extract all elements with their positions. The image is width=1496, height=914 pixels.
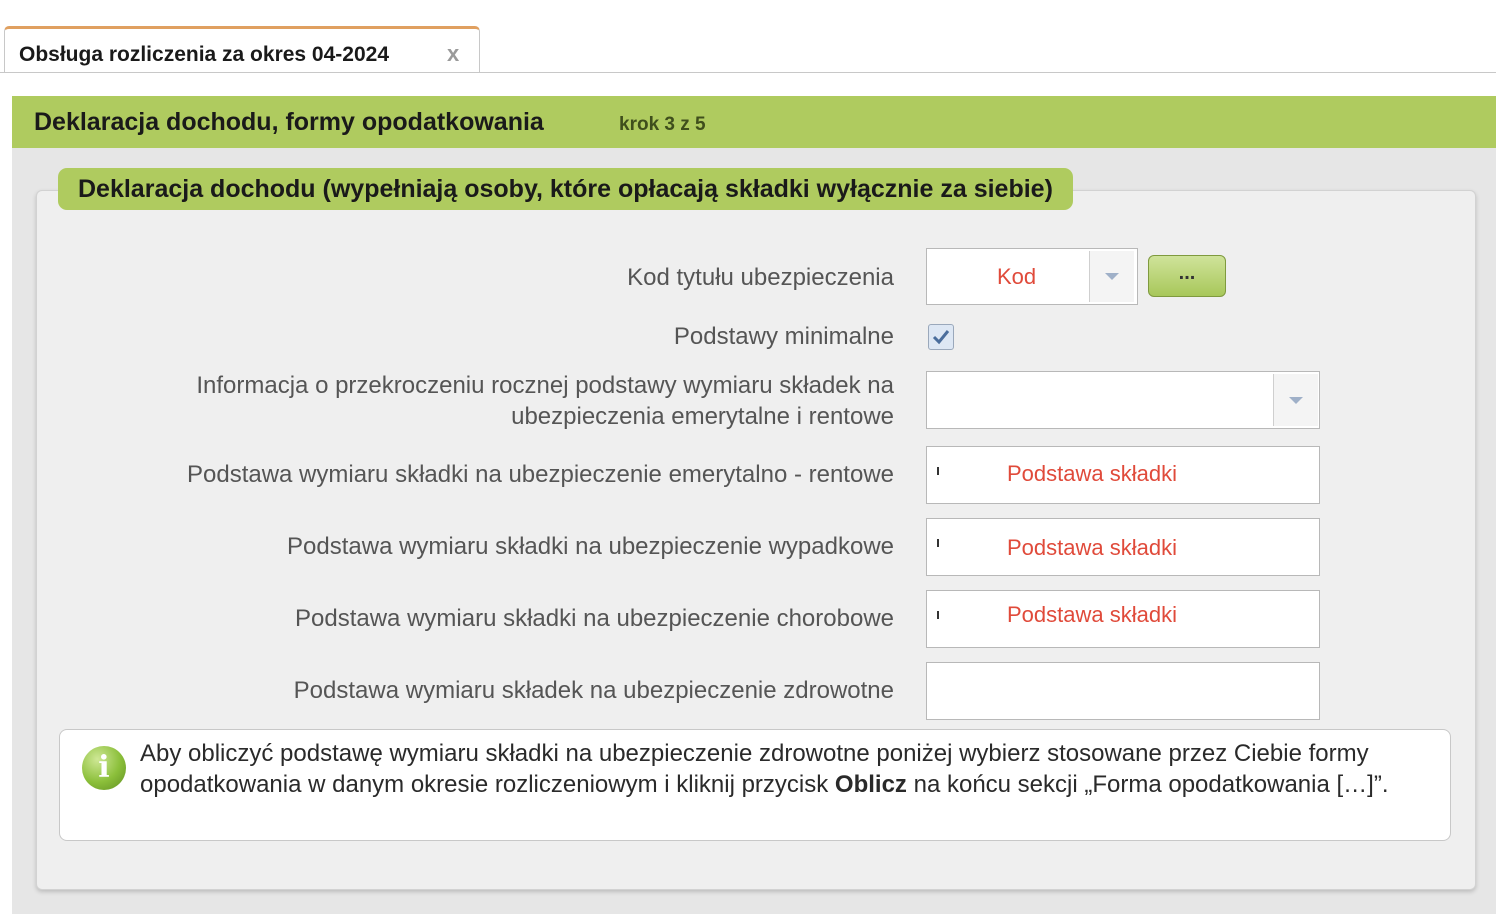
- info-icon: i: [82, 746, 126, 790]
- przekroczenie-label-line2: ubezpieczenia emerytalne i rentowe: [511, 403, 894, 430]
- emerytalno-label: Podstawa wymiaru składki na ubezpieczeni…: [186, 461, 894, 488]
- info-text-bold: Oblicz: [834, 771, 907, 798]
- kod-dropdown[interactable]: Kod: [926, 248, 1138, 305]
- przekroczenie-dropdown[interactable]: [926, 371, 1320, 429]
- step-title: Deklaracja dochodu, formy opodatkowania: [34, 108, 544, 136]
- step-header: Deklaracja dochodu, formy opodatkowania …: [12, 96, 1496, 148]
- text-caret: [937, 539, 939, 547]
- info-text: Aby obliczyć podstawę wymiaru składki na…: [140, 738, 1430, 800]
- text-caret: [937, 467, 939, 475]
- zdrowotne-label: Podstawa wymiaru składek na ubezpieczeni…: [293, 677, 894, 704]
- minimalne-label: Podstawy minimalne: [673, 323, 894, 350]
- info-box: i Aby obliczyć podstawę wymiaru składki …: [59, 729, 1451, 841]
- chevron-down-icon: [1289, 396, 1303, 404]
- section-title: Deklaracja dochodu (wypełniają osoby, kt…: [58, 168, 1073, 210]
- tab-title: Obsługa rozliczenia za okres 04-2024: [19, 43, 390, 66]
- chorobowe-label: Podstawa wymiaru składki na ubezpieczeni…: [295, 605, 894, 632]
- kod-browse-button[interactable]: ...: [1148, 255, 1226, 297]
- tab-bar-divider: [0, 72, 1496, 73]
- wypadkowe-label: Podstawa wymiaru składki na ubezpieczeni…: [287, 533, 894, 560]
- close-icon[interactable]: x: [447, 41, 459, 67]
- wypadkowe-input[interactable]: Podstawa składki: [926, 518, 1320, 576]
- minimalne-checkbox[interactable]: [928, 324, 954, 350]
- tab-obsluga-rozliczenia[interactable]: Obsługa rozliczenia za okres 04-2024 x: [4, 26, 480, 73]
- checkmark-icon: [932, 330, 950, 345]
- wypadkowe-placeholder: Podstawa składki: [1007, 535, 1177, 560]
- zdrowotne-input[interactable]: [926, 662, 1320, 720]
- chorobowe-placeholder: Podstawa składki: [1007, 602, 1177, 627]
- step-counter: krok 3 z 5: [619, 114, 706, 135]
- emerytalno-placeholder: Podstawa składki: [1007, 461, 1177, 486]
- text-caret: [937, 611, 939, 619]
- info-text-after: na końcu sekcji „Forma opodatkowania […]…: [906, 771, 1389, 798]
- przekroczenie-dropdown-button[interactable]: [1274, 374, 1318, 426]
- kod-dropdown-button[interactable]: [1090, 251, 1134, 302]
- kod-label: Kod tytułu ubezpieczenia: [627, 264, 894, 291]
- chorobowe-input[interactable]: Podstawa składki: [926, 590, 1320, 648]
- przekroczenie-label-line1: Informacja o przekroczeniu rocznej podst…: [196, 372, 894, 399]
- kod-value: Kod: [997, 264, 1037, 289]
- emerytalno-input[interactable]: Podstawa składki: [926, 446, 1320, 504]
- chevron-down-icon: [1105, 273, 1119, 280]
- tab-bar: Obsługa rozliczenia za okres 04-2024 x: [0, 0, 1496, 74]
